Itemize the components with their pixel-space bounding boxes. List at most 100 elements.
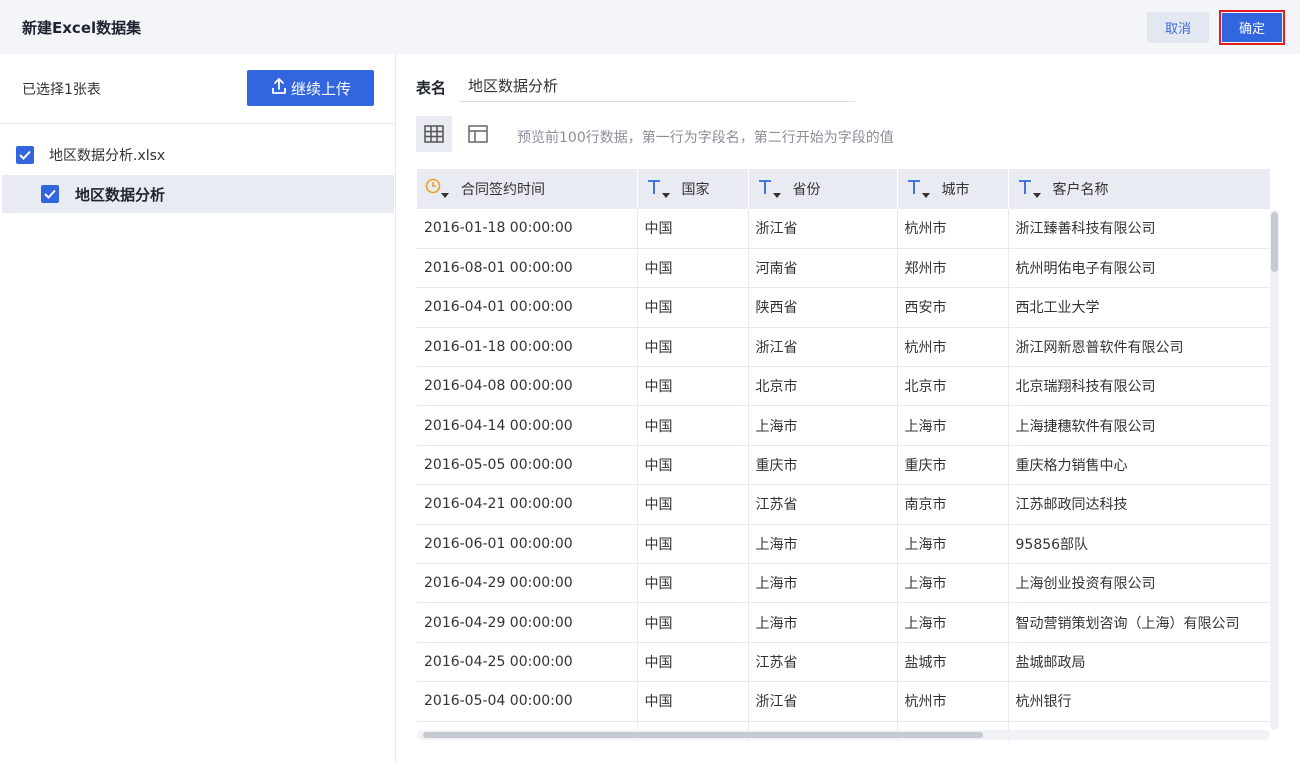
table-cell: 南京市 xyxy=(897,484,1009,525)
table-row[interactable]: 2016-04-21 00:00:00 中国 江苏省 南京市 江苏邮政同达科技 xyxy=(417,484,1270,525)
table-cell: 杭州银行 xyxy=(1008,681,1270,722)
text-type-icon[interactable] xyxy=(757,178,783,200)
column-header-contract-time[interactable]: 合同签约时间 xyxy=(417,169,638,209)
table-cell: 2016-04-08 00:00:00 xyxy=(417,366,638,407)
table-cell: 郑州市 xyxy=(897,248,1009,289)
cancel-button[interactable]: 取消 xyxy=(1147,12,1209,43)
table-cell: 2016-06-01 00:00:00 xyxy=(417,524,638,565)
table-cell: 中国 xyxy=(637,524,749,565)
table-cell: 2016-04-29 00:00:00 xyxy=(417,563,638,604)
table-cell: 2016-04-14 00:00:00 xyxy=(417,405,638,446)
text-type-icon[interactable] xyxy=(906,178,932,200)
table-row[interactable]: 2016-01-18 00:00:00 中国 浙江省 杭州市 浙江臻善科技有限公司 xyxy=(417,209,1270,249)
table-cell: 西北工业大学 xyxy=(1008,287,1270,328)
table-row[interactable]: 2016-06-01 00:00:00 中国 上海市 上海市 95856部队 xyxy=(417,524,1270,565)
table-cell: 中国 xyxy=(637,327,749,368)
table-cell: 2016-04-21 00:00:00 xyxy=(417,484,638,525)
column-header-customer[interactable]: 客户名称 xyxy=(1008,169,1270,209)
confirm-button[interactable]: 确定 xyxy=(1222,13,1282,42)
table-cell: 上海市 xyxy=(897,524,1009,565)
column-header-country[interactable]: 国家 xyxy=(637,169,749,209)
table-row[interactable]: 2016-04-08 00:00:00 中国 北京市 北京市 北京瑞翔科技有限公司 xyxy=(417,366,1270,407)
table-cell: 中国 xyxy=(637,642,749,683)
table-cell: 95856部队 xyxy=(1008,524,1270,565)
table-cell: 中国 xyxy=(637,563,749,604)
column-header-city[interactable]: 城市 xyxy=(897,169,1009,209)
table-cell: 江苏省 xyxy=(748,484,898,525)
table-body: 2016-01-18 00:00:00 中国 浙江省 杭州市 浙江臻善科技有限公司 201… xyxy=(417,209,1270,742)
continue-upload-label: 继续上传 xyxy=(290,79,351,98)
column-header-label: 合同签约时间 xyxy=(461,182,545,198)
tree-item-file[interactable]: 地区数据分析.xlsx xyxy=(0,139,395,171)
continue-upload-button[interactable]: 继续上传 xyxy=(247,70,374,106)
preview-table-container: 合同签约时间 国家 省份 城市 客户名称 2016-01-18 00:00:00… xyxy=(417,169,1270,742)
selected-count-text: 已选择1张表 xyxy=(22,82,101,98)
table-cell: 江苏省 xyxy=(748,642,898,683)
text-type-icon[interactable] xyxy=(646,178,672,200)
grid-icon xyxy=(424,125,444,143)
table-row[interactable]: 2016-08-01 00:00:00 中国 河南省 郑州市 杭州明佑电子有限公司 xyxy=(417,248,1270,289)
table-row[interactable]: 2016-04-29 00:00:00 中国 上海市 上海市 智动营销策划咨询（上海）有… xyxy=(417,602,1270,643)
tree-item-sheet[interactable]: 地区数据分析 xyxy=(2,175,394,213)
file-checkbox[interactable] xyxy=(16,146,34,164)
table-cell: 中国 xyxy=(637,209,749,249)
preview-hint: 预览前100行数据，第一行为字段名，第二行开始为字段的值 xyxy=(517,130,894,146)
table-row[interactable]: 2016-04-14 00:00:00 中国 上海市 上海市 上海捷穗软件有限公司 xyxy=(417,405,1270,446)
table-cell: 杭州市 xyxy=(897,327,1009,368)
horizontal-scrollbar[interactable] xyxy=(417,730,1270,740)
layout-view-button[interactable] xyxy=(460,116,496,152)
table-cell: 北京市 xyxy=(748,366,898,407)
column-header-province[interactable]: 省份 xyxy=(748,169,898,209)
table-cell: 陕西省 xyxy=(748,287,898,328)
table-cell: 2016-04-29 00:00:00 xyxy=(417,602,638,643)
table-row[interactable]: 2016-05-05 00:00:00 中国 重庆市 重庆市 重庆格力销售中心 xyxy=(417,445,1270,486)
table-cell: 北京市 xyxy=(897,366,1009,407)
preview-table: 合同签约时间 国家 省份 城市 客户名称 2016-01-18 00:00:00… xyxy=(417,169,1270,742)
table-name-label: 表名 xyxy=(416,79,447,97)
check-icon xyxy=(44,189,56,199)
table-cell: 中国 xyxy=(637,287,749,328)
table-cell: 重庆市 xyxy=(748,445,898,486)
table-cell: 智动营销策划咨询（上海）有限公司 xyxy=(1008,602,1270,643)
layout-icon xyxy=(468,125,488,143)
table-cell: 中国 xyxy=(637,681,749,722)
table-row[interactable]: 2016-04-25 00:00:00 中国 江苏省 盐城市 盐城邮政局 xyxy=(417,642,1270,683)
sheet-checkbox[interactable] xyxy=(41,185,59,203)
table-cell: 上海创业投资有限公司 xyxy=(1008,563,1270,604)
vertical-scrollbar[interactable] xyxy=(1270,210,1279,730)
table-cell: 浙江臻善科技有限公司 xyxy=(1008,209,1270,249)
table-row[interactable]: 2016-04-29 00:00:00 中国 上海市 上海市 上海创业投资有限公司 xyxy=(417,563,1270,604)
clock-icon[interactable] xyxy=(425,178,451,200)
table-cell: 中国 xyxy=(637,602,749,643)
table-cell: 重庆市 xyxy=(897,445,1009,486)
table-cell: 2016-04-01 00:00:00 xyxy=(417,287,638,328)
vertical-scrollbar-thumb[interactable] xyxy=(1271,212,1278,272)
column-header-label: 城市 xyxy=(941,182,970,198)
table-name-input[interactable] xyxy=(460,69,855,102)
table-cell: 上海市 xyxy=(748,405,898,446)
table-cell: 杭州市 xyxy=(897,681,1009,722)
table-cell: 上海市 xyxy=(897,602,1009,643)
table-cell: 浙江省 xyxy=(748,327,898,368)
horizontal-scrollbar-thumb[interactable] xyxy=(423,732,983,738)
check-icon xyxy=(19,150,31,160)
table-cell: 河南省 xyxy=(748,248,898,289)
column-header-label: 客户名称 xyxy=(1052,182,1109,198)
table-row[interactable]: 2016-01-18 00:00:00 中国 浙江省 杭州市 浙江网新恩普软件有限公司 xyxy=(417,327,1270,368)
table-cell: 北京瑞翔科技有限公司 xyxy=(1008,366,1270,407)
table-cell: 中国 xyxy=(637,484,749,525)
table-cell: 中国 xyxy=(637,405,749,446)
upload-icon xyxy=(270,77,288,99)
dialog-title: 新建Excel数据集 xyxy=(22,19,142,37)
table-cell: 浙江省 xyxy=(748,209,898,249)
table-cell: 2016-04-25 00:00:00 xyxy=(417,642,638,683)
sidebar-divider xyxy=(0,123,395,124)
table-cell: 上海市 xyxy=(748,563,898,604)
table-cell: 2016-05-04 00:00:00 xyxy=(417,681,638,722)
table-cell: 中国 xyxy=(637,445,749,486)
grid-view-button[interactable] xyxy=(416,116,452,152)
text-type-icon[interactable] xyxy=(1017,178,1043,200)
table-row[interactable]: 2016-04-01 00:00:00 中国 陕西省 西安市 西北工业大学 xyxy=(417,287,1270,328)
table-row[interactable]: 2016-05-04 00:00:00 中国 浙江省 杭州市 杭州银行 xyxy=(417,681,1270,722)
table-cell: 盐城市 xyxy=(897,642,1009,683)
